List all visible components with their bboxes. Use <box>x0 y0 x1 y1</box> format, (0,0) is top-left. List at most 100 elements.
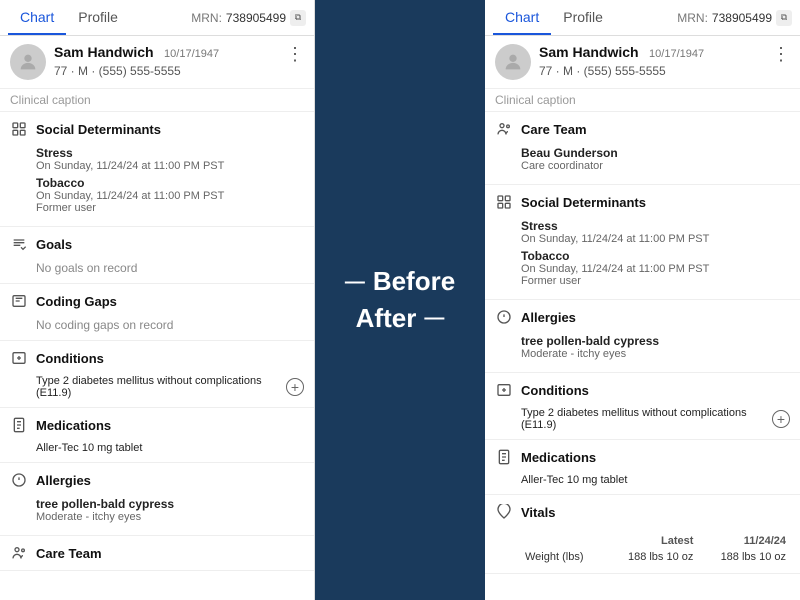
right-chart-content: Care Team Beau Gunderson Care coordinato… <box>485 112 800 600</box>
left-section-allergies: Allergies tree pollen-bald cypress Moder… <box>0 463 314 536</box>
list-item: tree pollen-bald cypress Moderate - itch… <box>521 334 790 360</box>
left-section-careteam-title: Care Team <box>36 546 102 561</box>
right-section-vitals-header[interactable]: Vitals <box>485 495 800 529</box>
list-item: Tobacco On Sunday, 11/24/24 at 11:00 PM … <box>521 249 790 287</box>
right-section-allergies-body: tree pollen-bald cypress Moderate - itch… <box>485 334 800 372</box>
left-section-goals-header[interactable]: Goals <box>0 227 314 261</box>
right-section-careteam: Care Team Beau Gunderson Care coordinato… <box>485 112 800 185</box>
right-section-social: Social Determinants Stress On Sunday, 11… <box>485 185 800 300</box>
left-section-allergies-header[interactable]: Allergies <box>0 463 314 497</box>
right-tab-bar: Chart Profile MRN: 738905499 ⧉ <box>485 0 800 36</box>
right-tab-profile[interactable]: Profile <box>551 1 615 35</box>
list-item: Beau Gunderson Care coordinator <box>521 146 790 172</box>
right-vitals-icon <box>495 503 513 521</box>
vitals-row-latest: 188 lbs 10 oz <box>605 549 698 565</box>
right-mrn-section: MRN: 738905499 ⧉ <box>677 10 792 26</box>
right-patient-name: Sam Handwich <box>539 44 639 60</box>
left-section-conditions-header[interactable]: Conditions <box>0 341 314 375</box>
left-conditions-add-icon[interactable]: + <box>286 378 304 396</box>
right-conditions-icon <box>495 381 513 399</box>
after-label: After <box>356 303 417 334</box>
left-section-social-title: Social Determinants <box>36 122 161 137</box>
left-section-coding-header[interactable]: Coding Gaps <box>0 284 314 318</box>
left-allergies-icon <box>10 471 28 489</box>
before-arrow: — <box>345 271 365 294</box>
before-label: Before <box>373 266 455 297</box>
left-condition-row: Type 2 diabetes mellitus without complic… <box>36 375 304 399</box>
left-copy-icon[interactable]: ⧉ <box>290 10 306 26</box>
left-section-social-body: Stress On Sunday, 11/24/24 at 11:00 PM P… <box>0 146 314 226</box>
after-arrow: — <box>424 307 444 330</box>
left-medications-icon <box>10 416 28 434</box>
left-section-social-header[interactable]: Social Determinants <box>0 112 314 146</box>
right-section-social-header[interactable]: Social Determinants <box>485 185 800 219</box>
left-section-social: Social Determinants Stress On Sunday, 11… <box>0 112 314 227</box>
left-tab-bar: Chart Profile MRN: 738905499 ⧉ <box>0 0 314 36</box>
right-panel: Chart Profile MRN: 738905499 ⧉ Sam Handw… <box>485 0 800 600</box>
right-section-vitals: Vitals Latest 11/24/24 Weight (lbs) <box>485 495 800 574</box>
right-section-allergies: Allergies tree pollen-bald cypress Moder… <box>485 300 800 373</box>
right-section-medications-header[interactable]: Medications <box>485 440 800 474</box>
right-patient-dob: 10/17/1947 <box>649 48 704 60</box>
left-chart-content: Social Determinants Stress On Sunday, 11… <box>0 112 314 600</box>
right-condition-row: Type 2 diabetes mellitus without complic… <box>521 407 790 431</box>
vitals-row-label: Weight (lbs) <box>521 549 605 565</box>
left-more-icon[interactable]: ⋮ <box>282 44 304 65</box>
left-tab-chart[interactable]: Chart <box>8 1 66 35</box>
left-conditions-icon <box>10 349 28 367</box>
left-mrn-label: MRN: <box>191 11 222 25</box>
vitals-col-name <box>521 533 605 549</box>
left-careteam-icon <box>10 544 28 562</box>
right-tab-chart[interactable]: Chart <box>493 1 551 35</box>
right-conditions-add-icon[interactable]: + <box>772 410 790 428</box>
left-patient-info: Sam Handwich 10/17/1947 77 · M · (555) 5… <box>54 44 282 78</box>
left-section-medications-header[interactable]: Medications <box>0 408 314 442</box>
right-careteam-icon <box>495 120 513 138</box>
vitals-col-date: 11/24/24 <box>697 533 790 549</box>
vitals-col-latest: Latest <box>605 533 698 549</box>
table-row: Weight (lbs) 188 lbs 10 oz 188 lbs 10 oz <box>521 549 790 565</box>
left-section-goals-title: Goals <box>36 237 72 252</box>
right-section-medications-body: Aller-Tec 10 mg tablet <box>485 474 800 494</box>
right-avatar <box>495 44 531 80</box>
right-copy-icon[interactable]: ⧉ <box>776 10 792 26</box>
left-patient-name: Sam Handwich <box>54 44 154 60</box>
right-section-allergies-header[interactable]: Allergies <box>485 300 800 334</box>
left-clinical-caption: Clinical caption <box>0 89 314 112</box>
right-section-conditions-header[interactable]: Conditions <box>485 373 800 407</box>
left-tab-profile[interactable]: Profile <box>66 1 130 35</box>
right-section-social-title: Social Determinants <box>521 195 646 210</box>
left-section-goals: Goals No goals on record <box>0 227 314 284</box>
left-section-allergies-body: tree pollen-bald cypress Moderate - itch… <box>0 497 314 535</box>
left-section-medications: Medications Aller-Tec 10 mg tablet <box>0 408 314 463</box>
left-goals-icon <box>10 235 28 253</box>
before-after-divider: — Before After — <box>315 0 485 600</box>
list-item: Tobacco On Sunday, 11/24/24 at 11:00 PM … <box>36 176 304 214</box>
left-section-careteam: Care Team <box>0 536 314 571</box>
list-item: Stress On Sunday, 11/24/24 at 11:00 PM P… <box>521 219 790 245</box>
right-patient-details: 77 · M · (555) 555-5555 <box>539 64 768 78</box>
left-social-icon <box>10 120 28 138</box>
left-section-coding: Coding Gaps No coding gaps on record <box>0 284 314 341</box>
right-section-social-body: Stress On Sunday, 11/24/24 at 11:00 PM P… <box>485 219 800 299</box>
left-patient-details: 77 · M · (555) 555-5555 <box>54 64 282 78</box>
right-section-conditions: Conditions Type 2 diabetes mellitus with… <box>485 373 800 440</box>
left-section-allergies-title: Allergies <box>36 473 91 488</box>
left-section-careteam-header[interactable]: Care Team <box>0 536 314 570</box>
left-section-coding-body: No coding gaps on record <box>0 318 314 340</box>
right-section-vitals-title: Vitals <box>521 505 555 520</box>
right-section-careteam-header[interactable]: Care Team <box>485 112 800 146</box>
right-section-careteam-body: Beau Gunderson Care coordinator <box>485 146 800 184</box>
right-section-careteam-title: Care Team <box>521 122 587 137</box>
left-section-medications-body: Aller-Tec 10 mg tablet <box>0 442 314 462</box>
right-patient-info: Sam Handwich 10/17/1947 77 · M · (555) 5… <box>539 44 768 78</box>
left-section-conditions-body: Type 2 diabetes mellitus without complic… <box>0 375 314 407</box>
right-more-icon[interactable]: ⋮ <box>768 44 790 65</box>
right-mrn-label: MRN: <box>677 11 708 25</box>
right-patient-header: Sam Handwich 10/17/1947 77 · M · (555) 5… <box>485 36 800 89</box>
left-goals-no-record: No goals on record <box>36 261 304 275</box>
left-section-conditions-title: Conditions <box>36 351 104 366</box>
list-item: Stress On Sunday, 11/24/24 at 11:00 PM P… <box>36 146 304 172</box>
left-coding-no-record: No coding gaps on record <box>36 318 304 332</box>
right-section-conditions-title: Conditions <box>521 383 589 398</box>
